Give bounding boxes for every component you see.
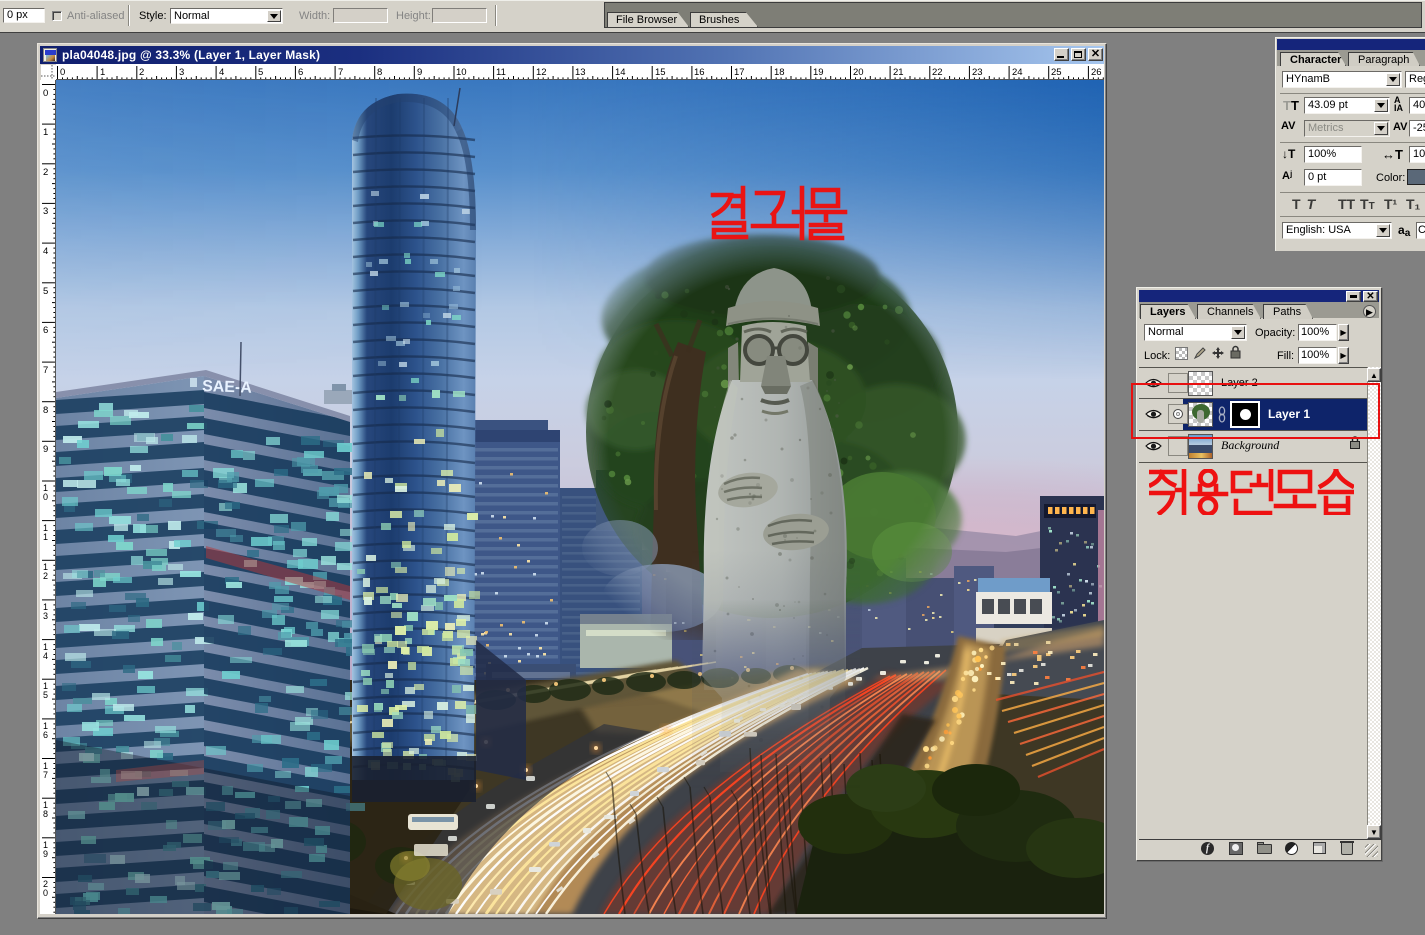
svg-text:3: 3 — [43, 611, 48, 621]
svg-text:0: 0 — [43, 88, 48, 99]
svg-text:10: 10 — [456, 67, 467, 78]
svg-text:12: 12 — [536, 67, 547, 78]
svg-text:21: 21 — [893, 67, 904, 78]
svg-text:5: 5 — [43, 286, 48, 297]
svg-text:5: 5 — [258, 67, 263, 78]
svg-text:11: 11 — [496, 67, 506, 78]
svg-text:6: 6 — [43, 325, 48, 336]
svg-text:0: 0 — [43, 492, 48, 502]
svg-text:23: 23 — [972, 67, 983, 78]
svg-text:25: 25 — [1051, 67, 1062, 78]
svg-text:1: 1 — [43, 127, 48, 138]
svg-text:2: 2 — [43, 167, 48, 178]
svg-text:0: 0 — [60, 67, 65, 78]
svg-text:8: 8 — [377, 67, 382, 78]
svg-text:19: 19 — [813, 67, 824, 78]
svg-text:18: 18 — [774, 67, 785, 78]
svg-text:4: 4 — [43, 246, 48, 257]
svg-text:2: 2 — [43, 571, 48, 581]
svg-text:7: 7 — [43, 365, 48, 376]
svg-text:4: 4 — [219, 67, 224, 78]
svg-text:8: 8 — [43, 405, 48, 416]
svg-text:8: 8 — [43, 809, 48, 819]
svg-text:2: 2 — [139, 67, 144, 78]
svg-text:1: 1 — [43, 532, 48, 542]
svg-text:15: 15 — [655, 67, 666, 78]
svg-text:9: 9 — [43, 444, 48, 455]
svg-text:0: 0 — [43, 888, 48, 898]
svg-text:14: 14 — [615, 67, 626, 78]
svg-text:5: 5 — [43, 690, 48, 700]
svg-text:17: 17 — [734, 67, 745, 78]
svg-text:9: 9 — [417, 67, 422, 78]
svg-text:7: 7 — [43, 770, 48, 780]
svg-text:22: 22 — [932, 67, 943, 78]
svg-text:9: 9 — [43, 849, 48, 859]
svg-text:6: 6 — [298, 67, 303, 78]
svg-text:4: 4 — [43, 651, 48, 661]
svg-text:3: 3 — [43, 206, 48, 217]
svg-text:3: 3 — [179, 67, 184, 78]
svg-text:20: 20 — [853, 67, 864, 78]
svg-text:1: 1 — [100, 67, 105, 78]
svg-text:6: 6 — [43, 730, 48, 740]
svg-text:26: 26 — [1091, 67, 1102, 78]
svg-text:13: 13 — [575, 67, 586, 78]
svg-text:16: 16 — [694, 67, 705, 78]
svg-text:SAE-A: SAE-A — [202, 378, 253, 397]
svg-text:7: 7 — [338, 67, 343, 78]
svg-text:24: 24 — [1012, 67, 1023, 78]
